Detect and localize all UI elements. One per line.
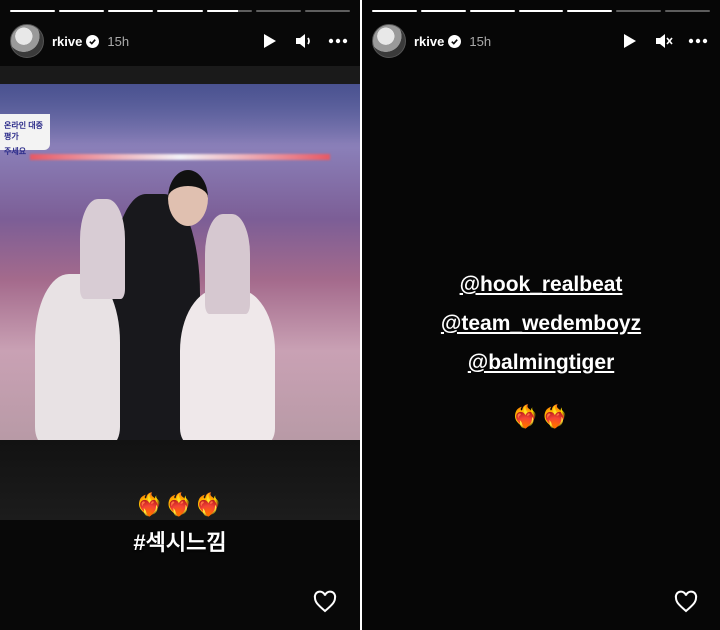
progress-bar-segment [59,10,105,12]
user-avatar[interactable] [372,24,406,58]
progress-bar-segment [304,10,350,12]
mention-team-wedemboyz[interactable]: @team_wedemboyz [362,311,720,337]
dancer-head [168,170,208,226]
heart-icon[interactable] [674,590,698,614]
mute-icon[interactable] [654,31,674,51]
progress-bar-segment [420,10,466,12]
progress-bar-segment [665,10,711,12]
progress-bar-segment [567,10,613,12]
progress-bar-segment [108,10,154,12]
volume-icon[interactable] [294,31,314,51]
post-time: 15h [107,33,130,49]
progress-bar-segment [616,10,662,12]
stage-lights [30,154,330,160]
more-options-icon[interactable] [688,31,708,51]
screen-overlay-text: 온라인 대중 평가 [4,121,44,141]
post-time: 15h [469,33,492,49]
caption-hashtag[interactable]: #섹시느낌 [0,525,360,557]
mention-hook-realbeat[interactable]: @hook_realbeat [362,272,720,298]
story-header: rkive 15h [10,24,348,58]
progress-bars [10,10,350,12]
caption-emoji: ❤️‍🔥❤️‍🔥❤️‍🔥 [135,492,225,517]
dancer-back-left [80,199,125,299]
mention-balmingtiger[interactable]: @balmingtiger [362,350,720,376]
heart-icon[interactable] [313,590,337,614]
mentions-list: @hook_realbeat @team_wedemboyz @balmingt… [362,272,720,389]
username[interactable]: rkive [414,34,444,49]
play-icon[interactable] [620,31,640,51]
caption-emoji: ❤️‍🔥❤️‍🔥 [511,404,571,429]
verified-badge-icon [448,34,462,48]
story-header: rkive 15h [372,24,708,58]
progress-bar-segment [206,10,252,12]
screen-overlay-box: 온라인 대중 평가 주세요 [0,114,50,156]
play-icon[interactable] [260,31,280,51]
progress-bar-segment [469,10,515,12]
more-options-icon[interactable] [328,31,348,51]
tv-bezel-top [0,66,360,84]
progress-bars [372,10,711,12]
dancer-back-right [205,214,250,314]
user-avatar[interactable] [10,24,44,58]
story-media-photo: 온라인 대중 평가 주세요 [0,84,360,440]
progress-bar-segment [372,10,417,12]
progress-bar-segment [518,10,564,12]
progress-bar-segment [10,10,56,12]
username[interactable]: rkive [52,34,82,49]
story-panel-right[interactable]: rkive 15h @hook_realbeat @team_wedemboyz… [362,0,720,630]
story-panel-left[interactable]: rkive 15h 온라인 대중 평가 주세요 [0,0,360,630]
verified-badge-icon [86,34,100,48]
progress-bar-segment [157,10,203,12]
progress-bar-segment [255,10,301,12]
